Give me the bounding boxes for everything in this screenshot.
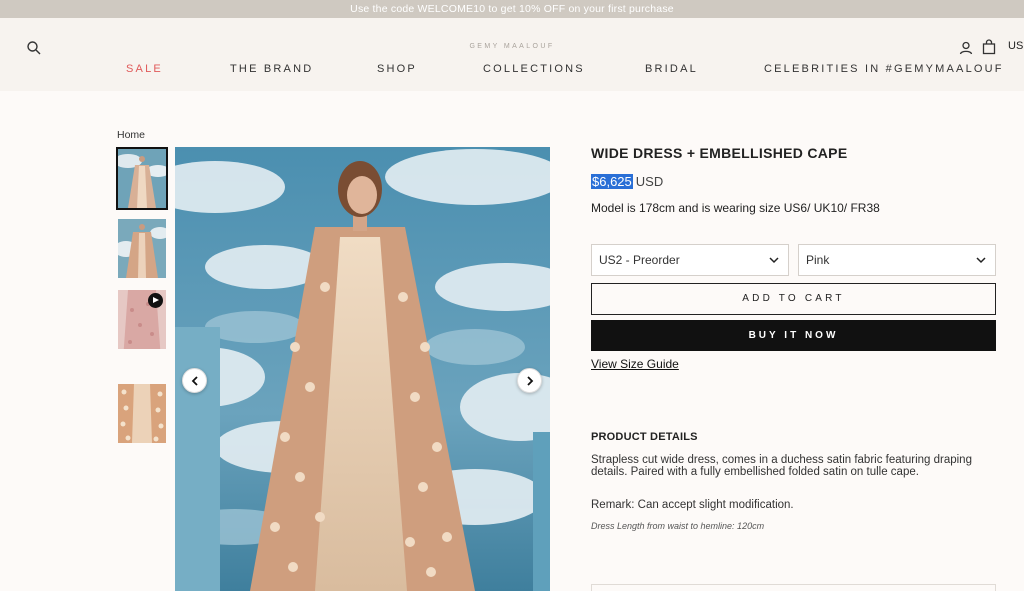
next-image-button[interactable] xyxy=(517,368,542,393)
previous-image-button[interactable] xyxy=(182,368,207,393)
currency-selector[interactable]: US xyxy=(1008,40,1023,52)
nav-celebrities[interactable]: CELEBRITIES IN #GEMYMAALOUF xyxy=(764,63,1004,75)
announcement-bar: Use the code WELCOME10 to get 10% OFF on… xyxy=(0,0,1024,18)
size-guide-link[interactable]: View Size Guide xyxy=(591,357,679,371)
model-size-note: Model is 178cm and is wearing size US6/ … xyxy=(591,201,880,215)
color-select-value: Pink xyxy=(806,253,830,267)
product-details-heading: PRODUCT DETAILS xyxy=(591,431,698,443)
bag-icon[interactable] xyxy=(981,39,997,55)
product-title: WIDE DRESS + EMBELLISHED CAPE xyxy=(591,145,848,161)
size-select-value: US2 - Preorder xyxy=(599,253,680,267)
size-select[interactable]: US2 - Preorder xyxy=(591,244,789,276)
add-to-cart-button[interactable]: ADD TO CART xyxy=(591,283,996,315)
nav-bridal[interactable]: BRIDAL xyxy=(645,63,698,75)
nav-collections[interactable]: COLLECTIONS xyxy=(483,63,585,75)
site-header: GEMY MAALOUF US SALE THE BRAND SHOP COLL… xyxy=(0,18,1024,91)
breadcrumb-home[interactable]: Home xyxy=(117,129,145,141)
product-price: $6,625 USD xyxy=(591,174,663,189)
chevron-left-icon xyxy=(191,375,198,386)
product-main-image[interactable] xyxy=(175,147,550,591)
nav-the-brand[interactable]: THE BRAND xyxy=(230,63,313,75)
color-select[interactable]: Pink xyxy=(798,244,996,276)
gallery-video-thumbnail[interactable] xyxy=(118,290,166,349)
price-currency: USD xyxy=(635,174,664,189)
play-icon xyxy=(148,293,163,308)
dress-length-note: Dress Length from waist to hemline: 120c… xyxy=(591,521,765,531)
product-remark: Remark: Can accept slight modification. xyxy=(591,499,794,511)
buy-now-button[interactable]: BUY IT NOW xyxy=(591,320,996,351)
chevron-down-icon xyxy=(769,257,779,264)
product-description: Strapless cut wide dress, comes in a duc… xyxy=(591,454,972,478)
main-nav: SALE THE BRAND SHOP COLLECTIONS BRIDAL C… xyxy=(0,63,1024,79)
gallery-thumbnail[interactable] xyxy=(118,219,166,278)
chevron-down-icon xyxy=(976,257,986,264)
price-amount: $6,625 xyxy=(591,174,633,189)
chevron-right-icon xyxy=(526,375,533,386)
nav-shop[interactable]: SHOP xyxy=(377,63,417,75)
accordion-section[interactable] xyxy=(591,584,996,591)
brand-logo[interactable]: GEMY MAALOUF xyxy=(0,43,1024,50)
user-icon[interactable] xyxy=(958,40,974,56)
gallery-thumbnail[interactable] xyxy=(116,147,168,210)
gallery-thumbnail[interactable] xyxy=(118,384,166,443)
nav-sale[interactable]: SALE xyxy=(126,63,163,75)
